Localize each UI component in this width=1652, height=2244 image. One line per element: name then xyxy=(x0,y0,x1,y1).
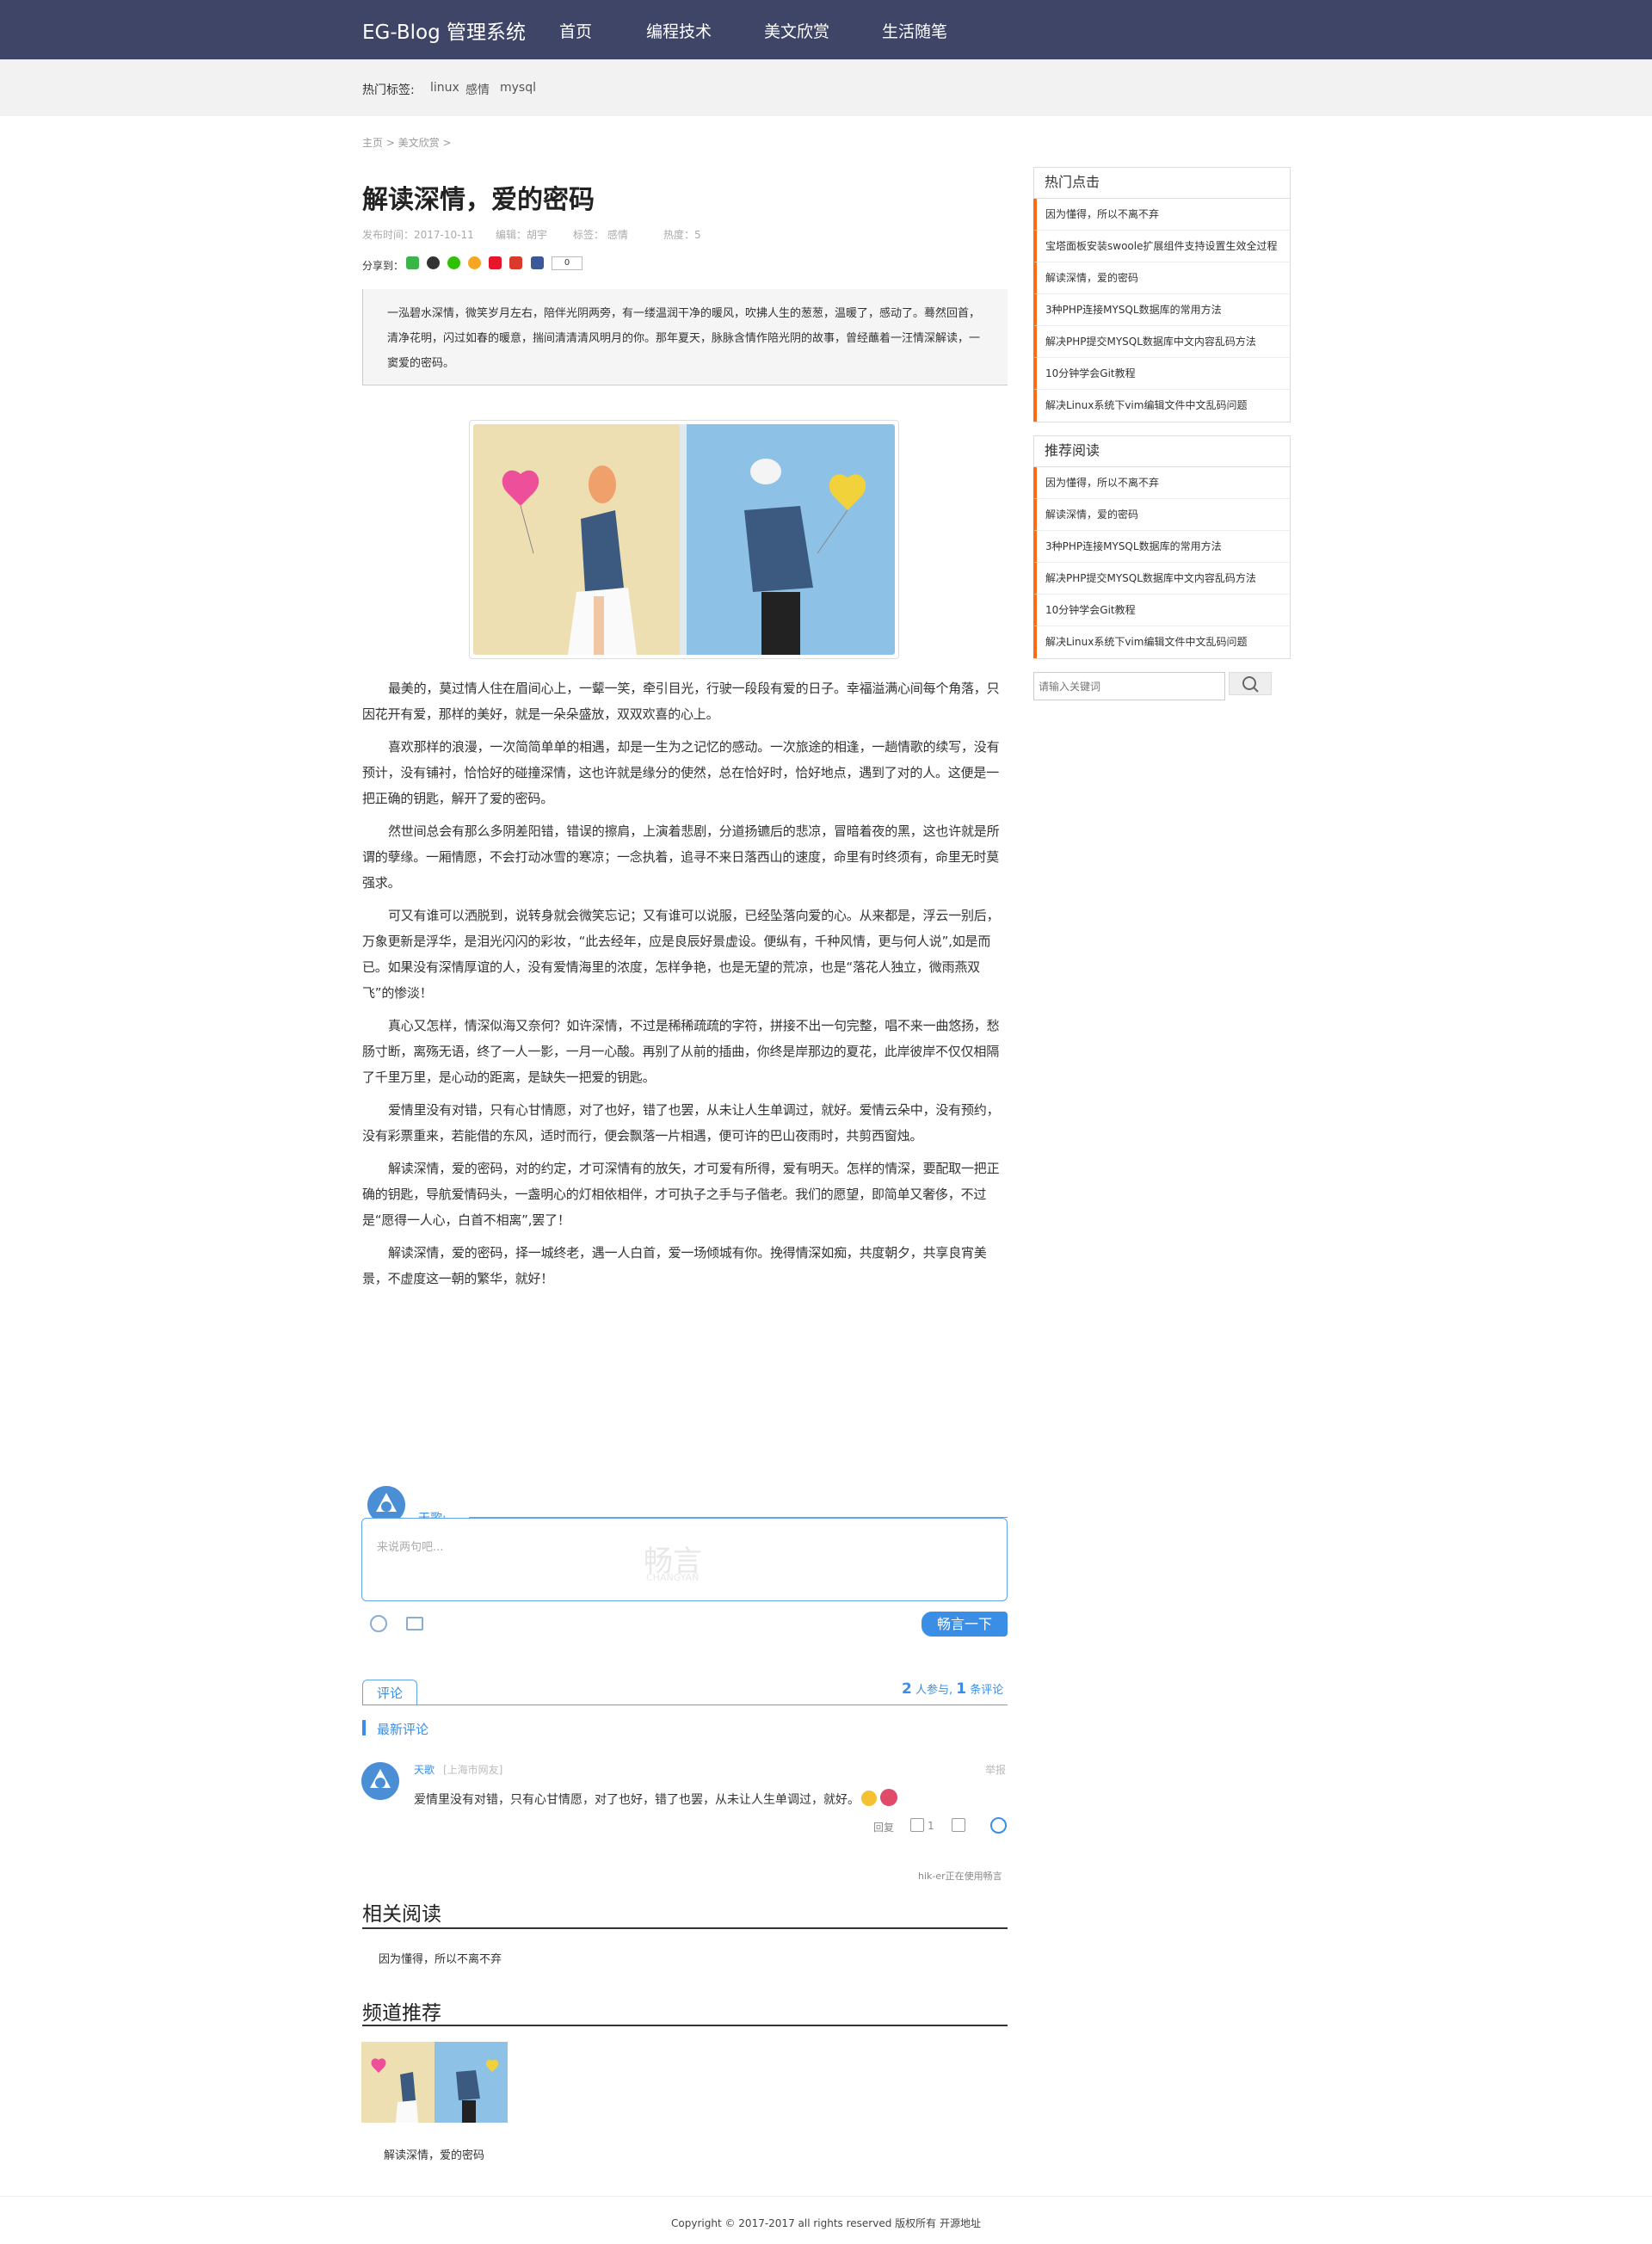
stats-count-label: 条评论 xyxy=(970,1684,1004,1697)
footer: Copyright © 2017-2017 all rights reserve… xyxy=(671,2217,981,2229)
recommend-item[interactable]: 解决Linux系统下vim编辑文件中文乱码问题 xyxy=(1033,626,1290,658)
hot-tags-label: 热门标签: xyxy=(362,83,415,97)
hot-tags-bar: 热门标签: linux 感情 mysql xyxy=(0,59,1652,116)
related-underline xyxy=(362,1927,1008,1929)
report-link[interactable]: 举报 xyxy=(985,1762,1006,1777)
article-paragraph: 解读深情，爱的密码，对的约定，才可深情有的放矢，才可爱有所得，爱有明天。怎样的情… xyxy=(362,1161,1000,1228)
tag-mysql[interactable]: mysql xyxy=(500,81,536,95)
tag-linux[interactable]: linux xyxy=(430,81,459,95)
hot-item[interactable]: 宝塔面板安装swoole扩展组件支持设置生效全过程 xyxy=(1033,231,1290,262)
article-paragraph: 喜欢那样的浪漫，一次简简单单的相遇，却是一生为之记忆的感动。一次旅途的相逢，一趟… xyxy=(362,739,1000,806)
search-input[interactable] xyxy=(1033,672,1225,700)
stats-count: 1 xyxy=(956,1680,967,1698)
nav-home[interactable]: 首页 xyxy=(559,19,592,42)
footer-divider xyxy=(0,2196,1652,2197)
share-count: 0 xyxy=(552,256,583,270)
emoji-lips-icon xyxy=(880,1789,897,1806)
article-image xyxy=(469,420,899,659)
article-paragraph: 可又有谁可以洒脱到，说转身就会微笑忘记；又有谁可以说服，已经坠落向爱的心。从来都… xyxy=(362,908,1000,1001)
meta-date: 发布时间：2017-10-11 xyxy=(362,229,474,241)
nav-programming[interactable]: 编程技术 xyxy=(646,19,712,42)
comment-author[interactable]: 天歌 xyxy=(414,1762,435,1777)
reply-link[interactable]: 回复 xyxy=(873,1820,894,1834)
comment-location: [上海市网友] xyxy=(443,1764,503,1776)
share-qq-icon[interactable] xyxy=(427,256,440,269)
channel-thumbnail[interactable] xyxy=(361,2042,508,2123)
article-paragraph: 爱情里没有对错，只有心甘情愿，对了也好，错了也罢，从未让人生单调过，就好。爱情云… xyxy=(362,1102,1000,1144)
recommend-item[interactable]: 解决PHP提交MYSQL数据库中文内容乱码方法 xyxy=(1033,563,1290,595)
comment-text: 爱情里没有对错，只有心甘情愿，对了也好，错了也罢，从未让人生单调过，就好。 xyxy=(414,1793,860,1807)
image-icon[interactable] xyxy=(406,1617,423,1631)
recommend-item[interactable]: 解读深情，爱的密码 xyxy=(1033,499,1290,531)
channel-underline xyxy=(362,2025,1008,2026)
channel-item[interactable]: 解读深情，爱的密码 xyxy=(384,2146,484,2162)
channel-title: 频道推荐 xyxy=(362,2002,441,2025)
hot-item[interactable]: 解决Linux系统下vim编辑文件中文乱码问题 xyxy=(1033,390,1290,422)
nav-essays[interactable]: 美文欣赏 xyxy=(764,19,829,42)
hot-clicks-panel: 热门点击 因为懂得，所以不离不弃 宝塔面板安装swoole扩展组件支持设置生效全… xyxy=(1033,167,1291,422)
article-title: 解读深情，爱的密码 xyxy=(362,185,595,215)
share-facebook-icon[interactable] xyxy=(531,256,544,269)
article-paragraph: 最美的，莫过情人住在眉间心上，一颦一笑，牵引目光，行驶一段段有爱的日子。幸福溢满… xyxy=(362,681,1000,722)
comment-textarea[interactable]: 来说两句吧... 畅言 CHANGYAN xyxy=(361,1518,1008,1601)
emoji-cool-icon xyxy=(861,1791,877,1806)
hot-item[interactable]: 因为懂得，所以不离不弃 xyxy=(1033,199,1290,231)
recommend-item[interactable]: 因为懂得，所以不离不弃 xyxy=(1033,467,1290,499)
share-comment-icon[interactable] xyxy=(990,1817,1007,1834)
hot-item[interactable]: 解读深情，爱的密码 xyxy=(1033,262,1290,294)
latest-marker xyxy=(362,1720,366,1735)
stats-join-label: 人参与, xyxy=(915,1684,953,1697)
summary-text: 一泓碧水深情，微笑岁月左右，陪伴光阴两旁，有一缕温润干净的暖风，吹拂人生的葱葱，… xyxy=(387,307,981,370)
site-brand[interactable]: EG-Blog 管理系统 xyxy=(362,15,526,45)
stats-join: 2 xyxy=(902,1680,912,1698)
powered-by[interactable]: hik-er正在使用畅言 xyxy=(918,1869,1002,1883)
share-label: 分享到： xyxy=(362,260,404,272)
tab-comments[interactable]: 评论 xyxy=(362,1680,417,1705)
search-icon xyxy=(1242,676,1259,693)
article-summary: 一泓碧水深情，微笑岁月左右，陪伴光阴两旁，有一缕温润干净的暖风，吹拂人生的葱葱，… xyxy=(362,289,1008,385)
recommend-item[interactable]: 3种PHP连接MYSQL数据库的常用方法 xyxy=(1033,531,1290,563)
share-plus-icon[interactable] xyxy=(406,256,419,269)
related-title: 相关阅读 xyxy=(362,1903,441,1926)
channel-thumb-photo xyxy=(361,2042,508,2123)
recommend-panel: 推荐阅读 因为懂得，所以不离不弃 解读深情，爱的密码 3种PHP连接MYSQL数… xyxy=(1033,435,1291,659)
top-navbar: EG-Blog 管理系统 首页 编程技术 美文欣赏 生活随笔 xyxy=(0,0,1652,59)
article-paragraph: 然世间总会有那么多阴差阳错，错误的擦肩，上演着悲剧，分道扬镳后的悲凉，冒暗着夜的… xyxy=(362,823,1000,891)
article-body: 最美的，莫过情人住在眉间心上，一颦一笑，牵引目光，行驶一段段有爱的日子。幸福溢满… xyxy=(362,675,1008,1298)
article-paragraph: 真心又怎样，情深似海又奈何？如许深情，不过是稀稀疏疏的字符，拼接不出一句完整，唱… xyxy=(362,1018,1000,1085)
meta-editor: 编辑：胡宇 xyxy=(496,229,548,241)
hot-item[interactable]: 3种PHP连接MYSQL数据库的常用方法 xyxy=(1033,294,1290,326)
share-qzone-icon[interactable] xyxy=(468,256,481,269)
hot-item[interactable]: 10分钟学会Git教程 xyxy=(1033,358,1290,390)
emoji-icon[interactable] xyxy=(370,1615,387,1632)
meta-tag: 标签： 感情 xyxy=(573,229,628,241)
meta-hits: 热度：5 xyxy=(663,229,701,241)
thumbs-up-icon[interactable] xyxy=(910,1818,924,1832)
submit-comment-button[interactable]: 畅言一下 xyxy=(922,1612,1008,1637)
comment-author-avatar[interactable] xyxy=(361,1762,399,1800)
couple-balloons-photo xyxy=(473,424,895,655)
recommend-title: 推荐阅读 xyxy=(1034,436,1290,467)
hot-clicks-title: 热门点击 xyxy=(1034,168,1290,199)
recommend-item[interactable]: 10分钟学会Git教程 xyxy=(1033,595,1290,626)
thumbs-down-icon[interactable] xyxy=(952,1818,965,1832)
latest-comments-label: 最新评论 xyxy=(377,1722,429,1737)
share-wechat-icon[interactable] xyxy=(447,256,460,269)
share-renren-icon[interactable] xyxy=(509,256,522,269)
comment-placeholder: 来说两句吧... xyxy=(377,1541,444,1554)
related-item[interactable]: 因为懂得，所以不离不弃 xyxy=(379,1950,502,1966)
changyan-watermark-sub: CHANGYAN xyxy=(646,1572,700,1583)
article-paragraph: 解读深情，爱的密码，择一城终老，遇一人白首，爱一场倾城有你。挽得情深如痴，共度朝… xyxy=(362,1245,987,1286)
hot-item[interactable]: 解决PHP提交MYSQL数据库中文内容乱码方法 xyxy=(1033,326,1290,358)
share-weibo-icon[interactable] xyxy=(489,256,502,269)
search-button[interactable] xyxy=(1229,672,1272,695)
nav-life[interactable]: 生活随笔 xyxy=(882,19,947,42)
like-count: 1 xyxy=(928,1820,934,1832)
breadcrumb[interactable]: 主页 > 美文欣赏 > xyxy=(362,135,452,150)
comment-stats: 2 人参与, 1 条评论 xyxy=(902,1680,1003,1698)
tag-emotion[interactable]: 感情 xyxy=(465,81,490,98)
